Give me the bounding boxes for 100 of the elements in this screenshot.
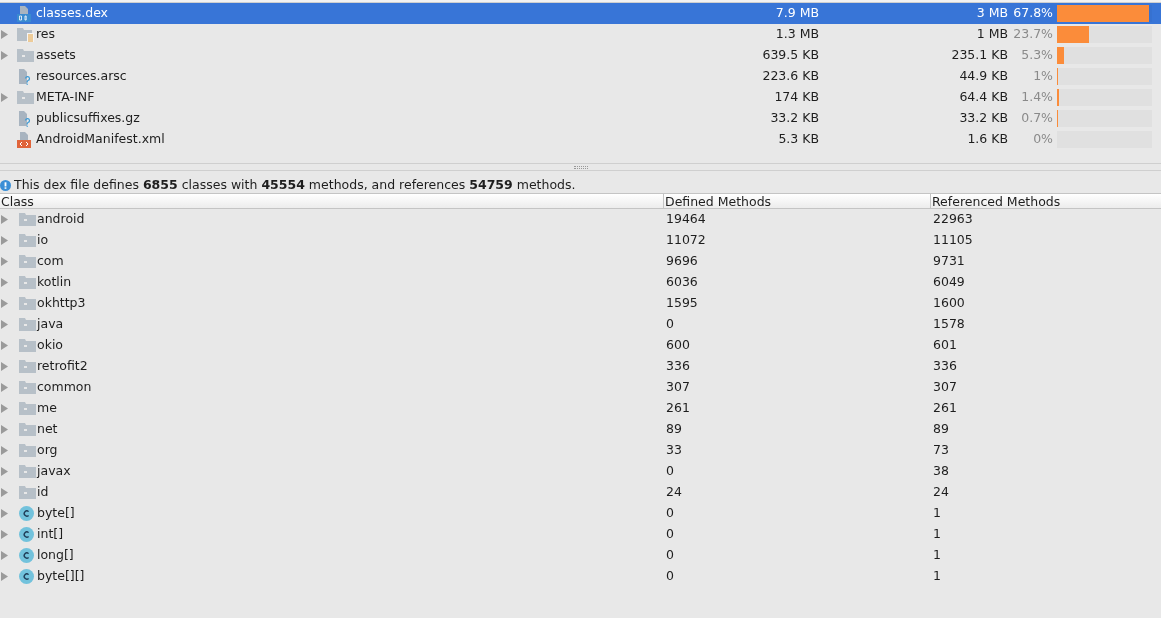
referenced-methods: 11105 <box>932 231 974 250</box>
folder-icon <box>19 486 36 499</box>
class-name[interactable]: kotlin <box>37 273 72 292</box>
splitter-grip[interactable] <box>573 165 588 169</box>
size-percent: 23.7% <box>1012 25 1053 44</box>
class-name[interactable]: java <box>37 315 64 334</box>
folder-icon <box>19 213 36 226</box>
info-icon <box>0 179 11 191</box>
class-name[interactable]: okio <box>37 336 63 355</box>
referenced-methods: 1578 <box>932 315 966 334</box>
defined-methods: 336 <box>665 357 691 376</box>
defined-methods: 261 <box>665 399 691 418</box>
expand-arrow-icon[interactable] <box>1 299 8 308</box>
referenced-methods: 1 <box>932 567 942 586</box>
class-name[interactable]: byte[][] <box>37 567 85 586</box>
class-name[interactable]: int[] <box>37 525 64 544</box>
download-size: 235.1 KB <box>950 46 1008 65</box>
expand-arrow-icon[interactable] <box>1 215 8 224</box>
expand-arrow-icon[interactable] <box>1 425 8 434</box>
referenced-methods: 6049 <box>932 273 966 292</box>
class-name[interactable]: android <box>37 210 85 229</box>
class-name[interactable]: byte[] <box>37 504 75 523</box>
class-name[interactable]: me <box>37 399 57 418</box>
size-percent: 1% <box>1032 67 1053 86</box>
file-row[interactable]: AndroidManifest.xml 5.3 KB 1.6 KB 0% <box>0 129 1161 150</box>
defined-methods: 0 <box>665 546 675 565</box>
download-size: 64.4 KB <box>958 88 1008 107</box>
expand-arrow-icon[interactable] <box>1 236 8 245</box>
defined-methods: 89 <box>665 420 683 439</box>
file-row[interactable]: res 1.3 MB 1 MB 23.7% <box>0 24 1161 45</box>
defined-methods: 6036 <box>665 273 699 292</box>
raw-size: 5.3 KB <box>777 130 819 149</box>
download-size: 1 MB <box>975 25 1008 44</box>
referenced-methods: 1 <box>932 504 942 523</box>
class-name[interactable]: id <box>37 483 49 502</box>
defined-methods: 24 <box>665 483 683 502</box>
defined-methods: 600 <box>665 336 691 355</box>
dex-file-icon <box>17 5 31 22</box>
class-name[interactable]: net <box>37 420 58 439</box>
expand-arrow-icon[interactable] <box>1 404 8 413</box>
expand-arrow-icon[interactable] <box>1 551 8 560</box>
expand-arrow-icon[interactable] <box>1 530 8 539</box>
size-percent: 1.4% <box>1020 88 1053 107</box>
file-row[interactable]: META-INF 174 KB 64.4 KB 1.4% <box>0 87 1161 108</box>
defined-methods: 0 <box>665 462 675 481</box>
expand-arrow-icon[interactable] <box>1 446 8 455</box>
class-name[interactable]: common <box>37 378 92 397</box>
folder-icon <box>19 318 36 331</box>
folder-icon <box>19 297 36 310</box>
file-row[interactable]: assets 639.5 KB 235.1 KB 5.3% <box>0 45 1161 66</box>
referenced-methods: 307 <box>932 378 958 397</box>
size-percent: 5.3% <box>1020 46 1053 65</box>
folder-with-document-icon <box>17 27 35 42</box>
referenced-methods: 22963 <box>932 210 974 229</box>
referenced-methods: 24 <box>932 483 950 502</box>
class-name[interactable]: org <box>37 441 58 460</box>
unknown-file-icon <box>17 68 31 85</box>
referenced-methods: 38 <box>932 462 950 481</box>
expand-arrow-icon[interactable] <box>1 362 8 371</box>
class-name[interactable]: com <box>37 252 64 271</box>
class-name[interactable]: long[] <box>37 546 74 565</box>
class-name[interactable]: retrofit2 <box>37 357 88 376</box>
expand-arrow-icon[interactable] <box>1 51 8 60</box>
defined-methods: 0 <box>665 525 675 544</box>
class-icon <box>19 506 34 521</box>
class-name[interactable]: io <box>37 231 49 250</box>
referenced-methods: 1 <box>932 525 942 544</box>
expand-arrow-icon[interactable] <box>1 257 8 266</box>
column-header[interactable]: Defined Methods <box>663 194 930 209</box>
file-row[interactable]: publicsuffixes.gz 33.2 KB 33.2 KB 0.7% <box>0 108 1161 129</box>
class-icon <box>19 548 34 563</box>
xml-file-icon <box>17 131 31 148</box>
column-header[interactable]: Referenced Methods <box>930 194 1161 209</box>
expand-arrow-icon[interactable] <box>1 341 8 350</box>
expand-arrow-icon[interactable] <box>1 572 8 581</box>
expand-arrow-icon[interactable] <box>1 488 8 497</box>
expand-arrow-icon[interactable] <box>1 93 8 102</box>
size-percent: 0.7% <box>1020 109 1053 128</box>
file-row[interactable]: resources.arsc 223.6 KB 44.9 KB 1% <box>0 66 1161 87</box>
defined-methods: 1595 <box>665 294 699 313</box>
file-name: classes.dex <box>36 4 109 23</box>
referenced-methods: 89 <box>932 420 950 439</box>
expand-arrow-icon[interactable] <box>1 383 8 392</box>
folder-icon <box>19 465 36 478</box>
class-name[interactable]: javax <box>37 462 71 481</box>
size-percent: 67.8% <box>1012 4 1053 23</box>
expand-arrow-icon[interactable] <box>1 509 8 518</box>
expand-arrow-icon[interactable] <box>1 467 8 476</box>
folder-icon <box>17 91 34 104</box>
file-row[interactable]: classes.dex 7.9 MB 3 MB 67.8% <box>0 3 1161 24</box>
defined-methods: 33 <box>665 441 683 460</box>
expand-arrow-icon[interactable] <box>1 30 8 39</box>
column-header[interactable]: Class <box>0 194 663 209</box>
raw-size: 7.9 MB <box>774 4 819 23</box>
class-name[interactable]: okhttp3 <box>37 294 86 313</box>
referenced-methods: 1 <box>932 546 942 565</box>
folder-icon <box>19 255 36 268</box>
expand-arrow-icon[interactable] <box>1 278 8 287</box>
expand-arrow-icon[interactable] <box>1 320 8 329</box>
class-icon <box>19 569 34 584</box>
